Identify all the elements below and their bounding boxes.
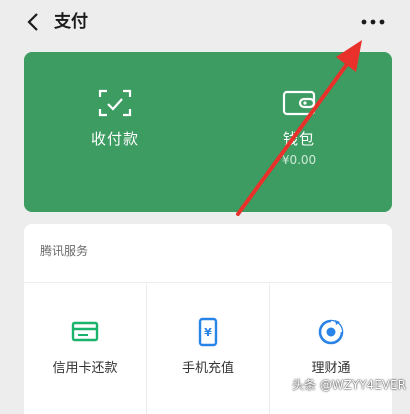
pay-card: 收付款 钱包 ¥0.00 — [24, 52, 392, 212]
svg-text:¥: ¥ — [204, 326, 212, 339]
wallet-balance: ¥0.00 — [281, 153, 317, 167]
receive-pay-button[interactable]: 收付款 — [40, 86, 190, 149]
wallet-icon — [282, 90, 316, 116]
top-bar: 支付 — [0, 0, 410, 44]
chevron-left-icon — [27, 13, 38, 31]
more-button[interactable] — [356, 10, 390, 34]
wealth-icon — [318, 319, 344, 345]
scan-qr-icon — [98, 89, 132, 117]
service-phone-topup[interactable]: ¥ 手机充值 — [147, 283, 269, 414]
credit-card-icon — [71, 321, 99, 342]
service-label: 理财通 — [311, 361, 351, 376]
back-button[interactable] — [22, 10, 44, 34]
more-dots-icon — [361, 19, 385, 25]
service-label: 手机充值 — [181, 361, 234, 376]
phone-topup-icon: ¥ — [198, 317, 218, 347]
service-label: 信用卡还款 — [52, 361, 118, 376]
services-heading: 腾讯服务 — [40, 244, 89, 258]
watermark: 头条 @WZYY4EVER — [292, 378, 406, 392]
receive-pay-label: 收付款 — [90, 130, 139, 148]
service-credit-card-repay[interactable]: 信用卡还款 — [24, 283, 146, 414]
page-title: 支付 — [54, 12, 88, 32]
wallet-label: 钱包 — [282, 130, 315, 148]
service-wealth[interactable]: 理财通 — [270, 283, 392, 414]
wallet-button[interactable]: 钱包 ¥0.00 — [224, 86, 374, 167]
